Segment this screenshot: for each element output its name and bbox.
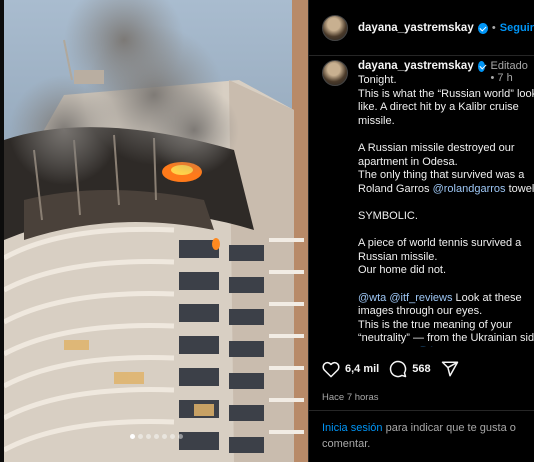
carousel-dot[interactable] — [145, 434, 151, 439]
caption-line-text: like. A direct hit by a Kalibr cruise — [358, 101, 519, 114]
comment-action[interactable]: 568 — [389, 360, 431, 378]
caption-line-text: images through our eyes. — [358, 305, 483, 318]
caption-line-text: This is the true meaning of your — [358, 318, 513, 331]
caption-line: A Russian missile destroyed our — [358, 142, 529, 156]
caption-username[interactable]: dayana_yastremskay — [358, 60, 474, 72]
comment-count: 568 — [412, 363, 431, 375]
mention-link[interactable]: @rolandgarros — [433, 183, 506, 195]
caption-line: The only thing that survived was a — [358, 169, 529, 183]
carousel-dot[interactable] — [177, 434, 183, 439]
caption-line-text: of the court. 🇺🇦 — [358, 346, 433, 347]
caption-line — [358, 196, 529, 210]
caption-line-text: A piece of world tennis survived a — [358, 237, 522, 250]
post-timestamp: Hace 7 horas — [322, 392, 379, 403]
like-action[interactable]: 6,4 mil — [322, 361, 379, 378]
verified-badge-icon — [477, 61, 485, 72]
login-link[interactable]: Inicia sesión — [322, 422, 383, 434]
carousel-dot[interactable] — [153, 434, 159, 439]
caption-line — [358, 224, 529, 238]
verified-badge-icon — [477, 23, 488, 34]
caption-avatar[interactable] — [322, 60, 348, 86]
divider — [309, 410, 534, 411]
carousel-dot[interactable] — [161, 434, 167, 439]
comment-icon[interactable] — [389, 360, 407, 378]
caption-line-text: towel. — [508, 182, 534, 195]
caption-area: dayana_yastremskay Editado • 7 h Tonight… — [309, 57, 534, 347]
caption-line: images through our eyes. — [358, 305, 529, 319]
caption-text: Tonight. This is what the “Russian world”… — [358, 74, 534, 347]
caption-line: Our home did not. — [358, 264, 529, 278]
caption-line-text: The only thing that survived was a — [358, 169, 525, 182]
caption-line: of the court. 🇺🇦 — [358, 346, 529, 347]
caption-line-text: Roland Garros — [358, 182, 433, 195]
post-photo[interactable] — [4, 0, 308, 462]
like-count: 6,4 mil — [345, 363, 380, 375]
username[interactable]: dayana_yastremskay — [358, 22, 474, 34]
caption-line: Russian missile. — [358, 251, 529, 265]
caption-meta: Editado • 7 h — [490, 60, 528, 84]
login-prompt: Inicia sesión para indicar que te gusta … — [322, 420, 527, 452]
caption-line: This is the true meaning of your — [358, 319, 529, 333]
follow-button[interactable]: Seguir — [500, 22, 534, 34]
caption-line: A piece of world tennis survived a — [358, 237, 529, 251]
post-side-panel: dayana_yastremskay • Seguir dayana_yastr… — [308, 0, 534, 462]
building-fire-photo — [4, 0, 308, 462]
caption-line — [358, 128, 529, 142]
caption-line-text: Look at these — [452, 291, 522, 304]
post-header: dayana_yastremskay • Seguir — [309, 0, 534, 56]
caption-line: “neutrality” — from the Ukrainian side — [358, 332, 534, 346]
carousel-dot[interactable] — [169, 434, 175, 439]
carousel-dot[interactable] — [137, 434, 143, 439]
caption-line-text: This is what the “Russian world” looks — [358, 87, 534, 100]
caption-line: @wta @itf_reviews Look at these — [358, 292, 529, 306]
caption-line: This is what the “Russian world” looks — [358, 88, 534, 102]
caption-line: missile. — [358, 115, 529, 129]
separator-dot: • — [491, 21, 496, 34]
action-bar: 6,4 mil 568 — [322, 360, 469, 378]
share-icon[interactable] — [441, 360, 459, 378]
caption-line-text: Tonight. — [358, 74, 397, 86]
caption-line: like. A direct hit by a Kalibr cruise — [358, 101, 529, 115]
caption-line-text: “neutrality” — from the Ukrainian side — [358, 332, 534, 345]
caption-line-text: Our home did not. — [358, 264, 447, 277]
caption-line-text: missile. — [358, 114, 395, 127]
mention-link[interactable]: @wta — [358, 292, 386, 304]
mention-link[interactable]: @itf_reviews — [389, 292, 452, 304]
caption-line: SYMBOLIC. — [358, 210, 529, 224]
caption-line-text: SYMBOLIC. — [358, 209, 418, 222]
heart-icon[interactable] — [322, 361, 340, 378]
avatar[interactable] — [322, 14, 348, 41]
caption-line — [358, 278, 529, 292]
carousel-dot[interactable] — [129, 434, 135, 439]
share-action[interactable] — [441, 360, 459, 378]
caption-line: apartment in Odesa. — [358, 156, 529, 170]
caption-line-text: Russian missile. — [358, 250, 438, 263]
caption-line: Roland Garros @rolandgarros towel. — [358, 182, 534, 197]
carousel-indicator — [4, 426, 308, 444]
caption-line-text: apartment in Odesa. — [358, 155, 458, 168]
caption-line-text: A Russian missile destroyed our — [358, 141, 515, 154]
